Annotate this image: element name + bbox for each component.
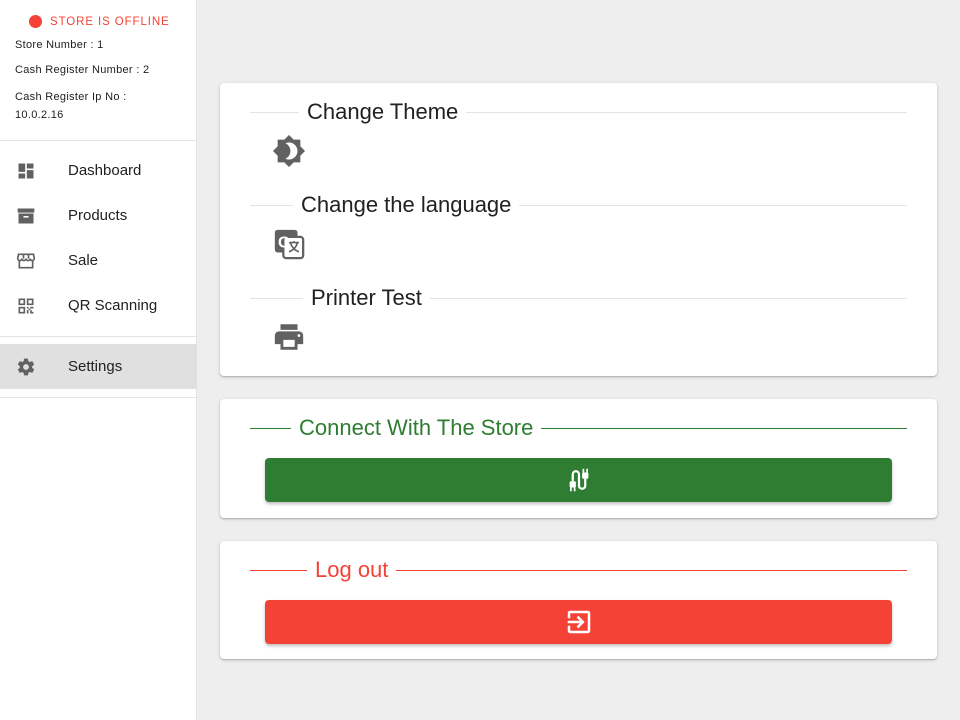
sidebar-divider (0, 140, 197, 141)
qr-code-icon (18, 298, 34, 313)
connect-store-button[interactable] (265, 458, 892, 502)
sidebar-item-sale[interactable]: Sale (0, 238, 197, 283)
sidebar-item-dashboard[interactable]: Dashboard (0, 148, 197, 193)
register-ip-value: 10.0.2.16 (15, 109, 64, 121)
exit-to-app-icon (567, 610, 590, 634)
store-number: Store Number : 1 (15, 39, 104, 51)
logout-section-header: Log out (250, 557, 907, 583)
connect-card: Connect With The Store (220, 399, 937, 518)
store-status: STORE IS OFFLINE (29, 15, 170, 28)
sidebar-item-label: Products (68, 207, 128, 224)
sidebar-item-products[interactable]: Products (0, 193, 197, 238)
register-ip-label: Cash Register Ip No : (15, 91, 127, 103)
theme-section-title: Change Theme (299, 99, 467, 125)
language-section-header: Change the language (250, 192, 907, 218)
sidebar-item-settings[interactable]: Settings (0, 344, 197, 389)
translate-icon[interactable]: G (272, 227, 306, 261)
sidebar: STORE IS OFFLINE Store Number : 1 Cash R… (0, 0, 197, 720)
plug-cable-icon (569, 468, 588, 492)
sidebar-divider (0, 336, 197, 337)
logout-card: Log out (220, 541, 937, 659)
theme-section-header: Change Theme (250, 99, 907, 125)
connect-section-header: Connect With The Store (250, 415, 907, 441)
printer-section-header: Printer Test (250, 285, 907, 311)
gear-icon (17, 358, 35, 375)
register-number: Cash Register Number : 2 (15, 64, 150, 76)
settings-card: Change Theme Change the language G Print… (220, 83, 937, 376)
archive-box-icon (17, 208, 35, 223)
svg-text:G: G (278, 235, 290, 252)
storefront-icon (16, 253, 36, 268)
sidebar-item-label: QR Scanning (68, 297, 158, 314)
sidebar-divider (0, 397, 197, 398)
sidebar-item-qr-scanning[interactable]: QR Scanning (0, 283, 197, 328)
sidebar-item-label: Dashboard (68, 162, 142, 179)
sidebar-item-label: Settings (68, 358, 123, 375)
theme-toggle-icon[interactable] (272, 134, 306, 168)
connect-section-title: Connect With The Store (291, 415, 542, 441)
language-section-title: Change the language (293, 192, 520, 218)
dashboard-icon (18, 163, 34, 178)
printer-section-title: Printer Test (303, 285, 430, 311)
printer-icon[interactable] (272, 320, 306, 354)
store-status-text: STORE IS OFFLINE (50, 15, 170, 28)
logout-section-title: Log out (307, 557, 397, 583)
offline-status-dot (29, 15, 42, 28)
sidebar-item-label: Sale (68, 252, 99, 269)
logout-button[interactable] (265, 600, 892, 644)
